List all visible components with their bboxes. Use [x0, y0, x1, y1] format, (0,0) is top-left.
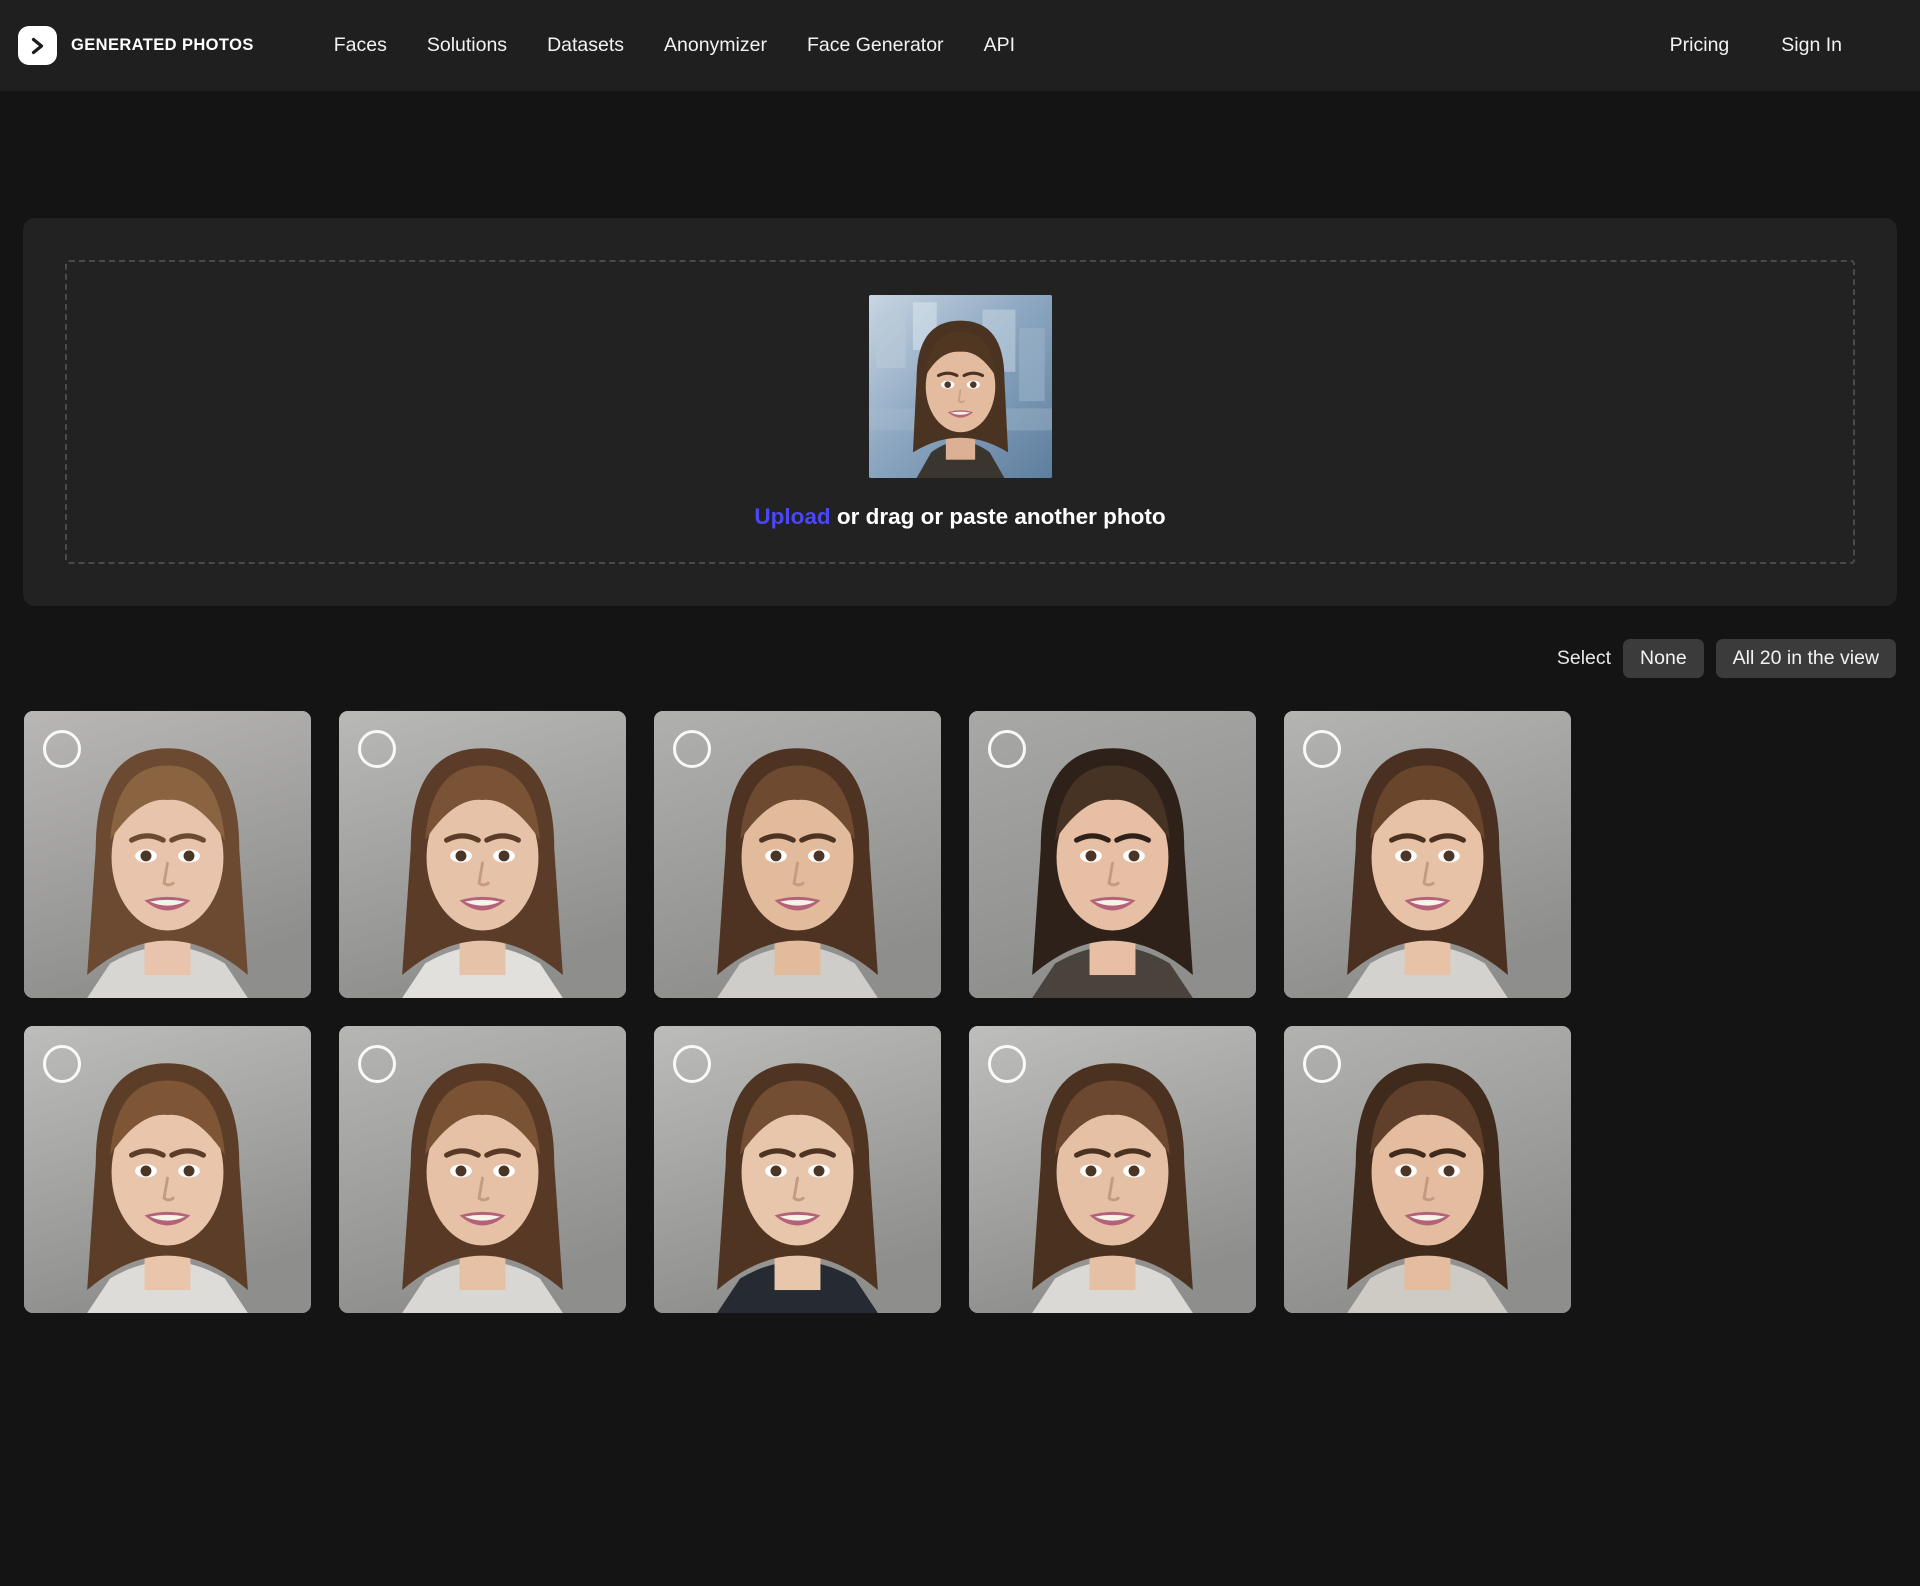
face-card[interactable] — [969, 1026, 1256, 1313]
face-select-checkbox[interactable] — [988, 730, 1026, 768]
face-results-grid — [0, 711, 1920, 1313]
nav-item-pricing[interactable]: Pricing — [1658, 24, 1742, 67]
face-card[interactable] — [339, 711, 626, 998]
face-select-checkbox[interactable] — [673, 730, 711, 768]
nav-item-datasets[interactable]: Datasets — [527, 24, 644, 67]
chevron-right-logo-icon — [18, 26, 57, 65]
face-card[interactable] — [969, 711, 1256, 998]
select-none-button[interactable]: None — [1623, 639, 1704, 678]
account-navigation: Pricing Sign In — [1658, 24, 1896, 67]
upload-dropzone[interactable]: Upload or drag or paste another photo — [65, 260, 1855, 564]
upload-link[interactable]: Upload — [754, 504, 830, 529]
nav-item-solutions[interactable]: Solutions — [407, 24, 527, 67]
dropzone-caption: Upload or drag or paste another photo — [754, 504, 1165, 530]
upload-panel: Upload or drag or paste another photo — [23, 218, 1897, 606]
brand-logo[interactable]: GENERATED PHOTOS — [18, 26, 254, 65]
face-card[interactable] — [24, 1026, 311, 1313]
nav-item-face-generator[interactable]: Face Generator — [787, 24, 964, 67]
face-select-checkbox[interactable] — [358, 1045, 396, 1083]
site-header: GENERATED PHOTOS Faces Solutions Dataset… — [0, 0, 1920, 91]
face-select-checkbox[interactable] — [358, 730, 396, 768]
select-label: Select — [1556, 647, 1612, 669]
brand-name: GENERATED PHOTOS — [71, 36, 254, 54]
face-select-checkbox[interactable] — [988, 1045, 1026, 1083]
face-card[interactable] — [654, 1026, 941, 1313]
nav-item-faces[interactable]: Faces — [314, 24, 407, 67]
dropzone-caption-rest: or drag or paste another photo — [830, 503, 1166, 529]
nav-item-anonymizer[interactable]: Anonymizer — [644, 24, 787, 67]
face-select-checkbox[interactable] — [43, 730, 81, 768]
nav-item-api[interactable]: API — [964, 24, 1035, 67]
select-all-in-view-button[interactable]: All 20 in the view — [1715, 639, 1896, 678]
face-card[interactable] — [24, 711, 311, 998]
face-card[interactable] — [339, 1026, 626, 1313]
upload-region: Upload or drag or paste another photo — [0, 91, 1920, 606]
face-card[interactable] — [1284, 711, 1571, 998]
selection-toolbar: Select None All 20 in the view — [0, 606, 1920, 711]
uploaded-photo-thumbnail[interactable] — [868, 294, 1052, 478]
face-card[interactable] — [654, 711, 941, 998]
face-select-checkbox[interactable] — [1303, 730, 1341, 768]
face-select-checkbox[interactable] — [673, 1045, 711, 1083]
nav-item-sign-in[interactable]: Sign In — [1769, 24, 1854, 67]
face-select-checkbox[interactable] — [43, 1045, 81, 1083]
face-select-checkbox[interactable] — [1303, 1045, 1341, 1083]
face-card[interactable] — [1284, 1026, 1571, 1313]
main-navigation: Faces Solutions Datasets Anonymizer Face… — [314, 24, 1035, 67]
